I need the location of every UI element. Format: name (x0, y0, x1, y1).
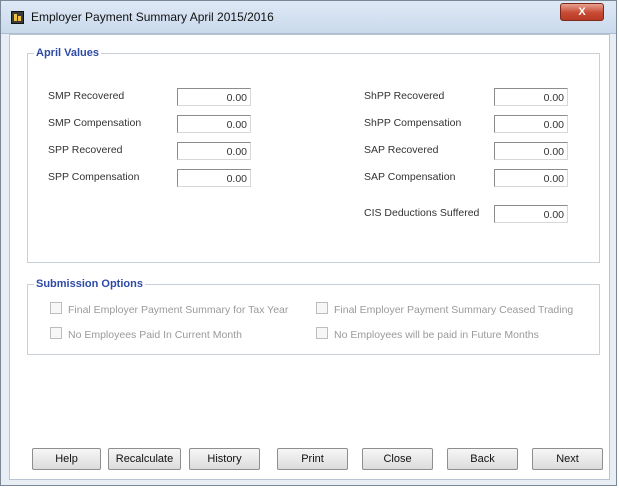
no-employees-current-month-checkbox[interactable]: No Employees Paid In Current Month (50, 327, 242, 341)
shpp-recovered-label: ShPP Recovered (364, 90, 445, 102)
next-button[interactable]: Next (532, 448, 603, 470)
shpp-recovered-field[interactable] (494, 88, 568, 106)
no-employees-future-months-checkbox[interactable]: No Employees will be paid in Future Mont… (316, 327, 539, 341)
submission-options-group: Submission Options Final Employer Paymen… (27, 278, 600, 355)
no-employees-current-month-label: No Employees Paid In Current Month (68, 329, 242, 341)
back-button[interactable]: Back (447, 448, 518, 470)
cis-deductions-label: CIS Deductions Suffered (364, 207, 480, 219)
employer-payment-summary-window: Employer Payment Summary April 2015/2016… (0, 0, 617, 486)
sap-recovered-label: SAP Recovered (364, 144, 439, 156)
smp-recovered-field[interactable] (177, 88, 251, 106)
checkbox-box[interactable] (316, 302, 328, 314)
shpp-compensation-field[interactable] (494, 115, 568, 133)
smp-compensation-label: SMP Compensation (48, 117, 142, 129)
shpp-compensation-label: ShPP Compensation (364, 117, 462, 129)
sap-recovered-field[interactable] (494, 142, 568, 160)
april-values-group: April Values SMP Recovered SMP Compensat… (27, 47, 600, 263)
final-eps-tax-year-checkbox[interactable]: Final Employer Payment Summary for Tax Y… (50, 302, 288, 316)
app-icon (11, 11, 24, 24)
checkbox-box[interactable] (316, 327, 328, 339)
final-eps-ceased-trading-checkbox[interactable]: Final Employer Payment Summary Ceased Tr… (316, 302, 573, 316)
final-eps-ceased-trading-label: Final Employer Payment Summary Ceased Tr… (334, 304, 574, 316)
dialog-body: April Values SMP Recovered SMP Compensat… (9, 34, 610, 480)
no-employees-future-months-label: No Employees will be paid in Future Mont… (334, 329, 539, 341)
checkbox-box[interactable] (50, 302, 62, 314)
spp-recovered-label: SPP Recovered (48, 144, 123, 156)
sap-compensation-label: SAP Compensation (364, 171, 456, 183)
final-eps-tax-year-label: Final Employer Payment Summary for Tax Y… (68, 304, 289, 316)
close-button[interactable]: Close (362, 448, 433, 470)
april-values-legend: April Values (34, 47, 101, 59)
help-button[interactable]: Help (32, 448, 101, 470)
smp-compensation-field[interactable] (177, 115, 251, 133)
close-icon: X (578, 6, 586, 18)
checkbox-box[interactable] (50, 327, 62, 339)
cis-deductions-field[interactable] (494, 205, 568, 223)
window-close-button[interactable]: X (560, 3, 604, 21)
print-button[interactable]: Print (277, 448, 348, 470)
title-bar: Employer Payment Summary April 2015/2016… (1, 1, 616, 34)
smp-recovered-label: SMP Recovered (48, 90, 125, 102)
spp-compensation-label: SPP Compensation (48, 171, 140, 183)
window-title: Employer Payment Summary April 2015/2016 (31, 10, 274, 24)
sap-compensation-field[interactable] (494, 169, 568, 187)
spp-compensation-field[interactable] (177, 169, 251, 187)
submission-options-legend: Submission Options (34, 278, 145, 290)
spp-recovered-field[interactable] (177, 142, 251, 160)
recalculate-button[interactable]: Recalculate (108, 448, 181, 470)
history-button[interactable]: History (189, 448, 260, 470)
